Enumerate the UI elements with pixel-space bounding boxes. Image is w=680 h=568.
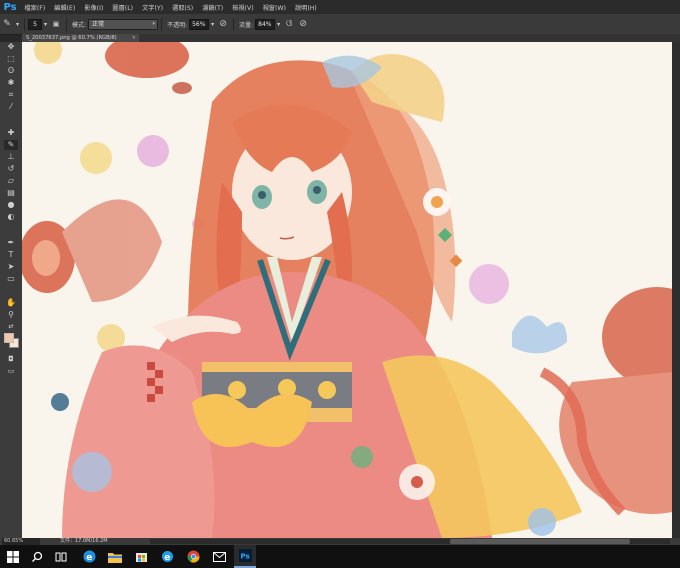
menu-window[interactable]: 視窗(W): [258, 3, 290, 12]
pressure-opacity-icon[interactable]: ⊘: [216, 19, 230, 29]
photoshop-taskbar-icon[interactable]: Ps: [234, 545, 256, 568]
airbrush-icon[interactable]: ଓ: [282, 19, 296, 29]
flow-label: 流量:: [239, 21, 254, 29]
separator: [66, 17, 68, 31]
mode-select[interactable]: 正常 ▾: [88, 18, 159, 30]
horizontal-scrollbar[interactable]: [150, 539, 670, 544]
photoshop-logo-icon[interactable]: Ps: [0, 0, 20, 14]
move-tool[interactable]: ✥: [4, 42, 18, 52]
foreground-color-swatch[interactable]: [4, 333, 14, 343]
menu-type[interactable]: 文字(Y): [138, 3, 168, 12]
status-bar: 60.65% 文件：17.0M/16.2M: [0, 538, 680, 545]
opacity-label: 不透明:: [167, 21, 188, 29]
menu-view[interactable]: 檢視(V): [228, 3, 258, 12]
edge-icon[interactable]: e: [78, 545, 100, 568]
illustration-artwork: [22, 42, 672, 538]
store-icon[interactable]: [130, 545, 152, 568]
lasso-tool[interactable]: ʘ: [4, 66, 18, 76]
svg-text:e: e: [164, 553, 170, 563]
quick-mask-icon[interactable]: ◘: [4, 354, 18, 364]
ie-icon[interactable]: e: [156, 545, 178, 568]
quick-select-tool[interactable]: ✱: [4, 78, 18, 88]
zoom-tool[interactable]: ⚲: [4, 310, 18, 320]
zoom-level-field[interactable]: 60.65%: [2, 538, 40, 545]
eraser-tool[interactable]: ▱: [4, 176, 18, 186]
document-tab[interactable]: S_20037637.png @ 60.7% (RGB/8) ×: [22, 34, 139, 42]
taskbar: e e Ps: [0, 545, 680, 568]
history-brush-tool[interactable]: ↺: [4, 164, 18, 174]
menu-layer[interactable]: 圖層(L): [108, 3, 138, 12]
opacity-dropdown-icon[interactable]: ▾: [211, 21, 214, 28]
menu-file[interactable]: 檔案(F): [20, 3, 50, 12]
flow-dropdown-icon[interactable]: ▾: [277, 21, 280, 28]
shape-tool[interactable]: ▭: [4, 274, 18, 284]
chevron-down-icon: ▾: [152, 20, 156, 27]
menu-edit[interactable]: 編輯(E): [50, 3, 80, 12]
dodge-tool[interactable]: ◐: [4, 212, 18, 222]
screen-mode-icon[interactable]: ▭: [4, 366, 18, 376]
healing-tool[interactable]: ✚: [4, 128, 18, 138]
mode-value: 正常: [92, 20, 105, 28]
svg-text:Ps: Ps: [240, 553, 249, 561]
menu-bar: Ps 檔案(F) 編輯(E) 影像(I) 圖層(L) 文字(Y) 選取(S) 濾…: [0, 0, 680, 14]
separator: [233, 17, 235, 31]
brush-preset-dropdown-icon[interactable]: ▾: [16, 21, 19, 28]
document-info: 文件：17.0M/16.2M: [60, 538, 108, 544]
stamp-tool[interactable]: ⊥: [4, 152, 18, 162]
file-explorer-icon[interactable]: [104, 545, 126, 568]
start-icon[interactable]: [2, 545, 24, 568]
vertical-scrollbar[interactable]: [672, 42, 680, 538]
brush-panel-icon[interactable]: ▣: [49, 20, 63, 28]
swap-colors-icon[interactable]: ⇄: [4, 322, 18, 332]
blur-tool[interactable]: ●: [4, 200, 18, 210]
separator: [24, 17, 26, 31]
brush-tool[interactable]: ✎: [4, 140, 18, 150]
mode-label: 模式:: [72, 21, 87, 29]
pressure-size-icon[interactable]: ⊘: [296, 19, 310, 29]
brush-size-dropdown-icon[interactable]: ▾: [44, 21, 47, 28]
scrollbar-thumb[interactable]: [450, 539, 630, 544]
chrome-icon[interactable]: [182, 545, 204, 568]
tools-panel: ✥ ⬚ ʘ ✱ ⌗ ⁄ ✚ ✎ ⊥ ↺ ▱ ▤ ● ◐ ✒ T ➤ ▭ ✋ ⚲ …: [0, 42, 23, 538]
separator: [161, 17, 163, 31]
path-select-tool[interactable]: ➤: [4, 262, 18, 272]
crop-tool[interactable]: ⌗: [4, 90, 18, 100]
marquee-tool[interactable]: ⬚: [4, 54, 18, 64]
search-icon[interactable]: [26, 545, 48, 568]
pen-tool[interactable]: ✒: [4, 238, 18, 248]
menu-select[interactable]: 選取(S): [168, 3, 198, 12]
options-bar: ✎ ▾ 5 ▾ ▣ 模式: 正常 ▾ 不透明: 56% ▾ ⊘ 流量: 84% …: [0, 14, 680, 35]
hand-tool[interactable]: ✋: [4, 298, 18, 308]
gradient-tool[interactable]: ▤: [4, 188, 18, 198]
menu-image[interactable]: 影像(I): [80, 3, 108, 12]
task-view-icon[interactable]: [50, 545, 72, 568]
document-tab-title: S_20037637.png @ 60.7% (RGB/8): [26, 35, 117, 41]
opacity-field[interactable]: 56%: [189, 18, 210, 30]
close-icon[interactable]: ×: [132, 34, 136, 42]
brush-preset-icon[interactable]: ✎: [0, 19, 14, 29]
svg-text:e: e: [86, 553, 92, 563]
document-tab-bar: S_20037637.png @ 60.7% (RGB/8) ×: [22, 34, 680, 42]
menu-filter[interactable]: 濾鏡(T): [198, 3, 228, 12]
document-canvas[interactable]: [22, 42, 672, 538]
flow-field[interactable]: 84%: [255, 18, 276, 30]
type-tool[interactable]: T: [4, 250, 18, 260]
eyedropper-tool[interactable]: ⁄: [4, 102, 18, 112]
menu-help[interactable]: 說明(H): [290, 3, 321, 12]
mail-icon[interactable]: [208, 545, 230, 568]
brush-size-field[interactable]: 5: [28, 18, 43, 30]
